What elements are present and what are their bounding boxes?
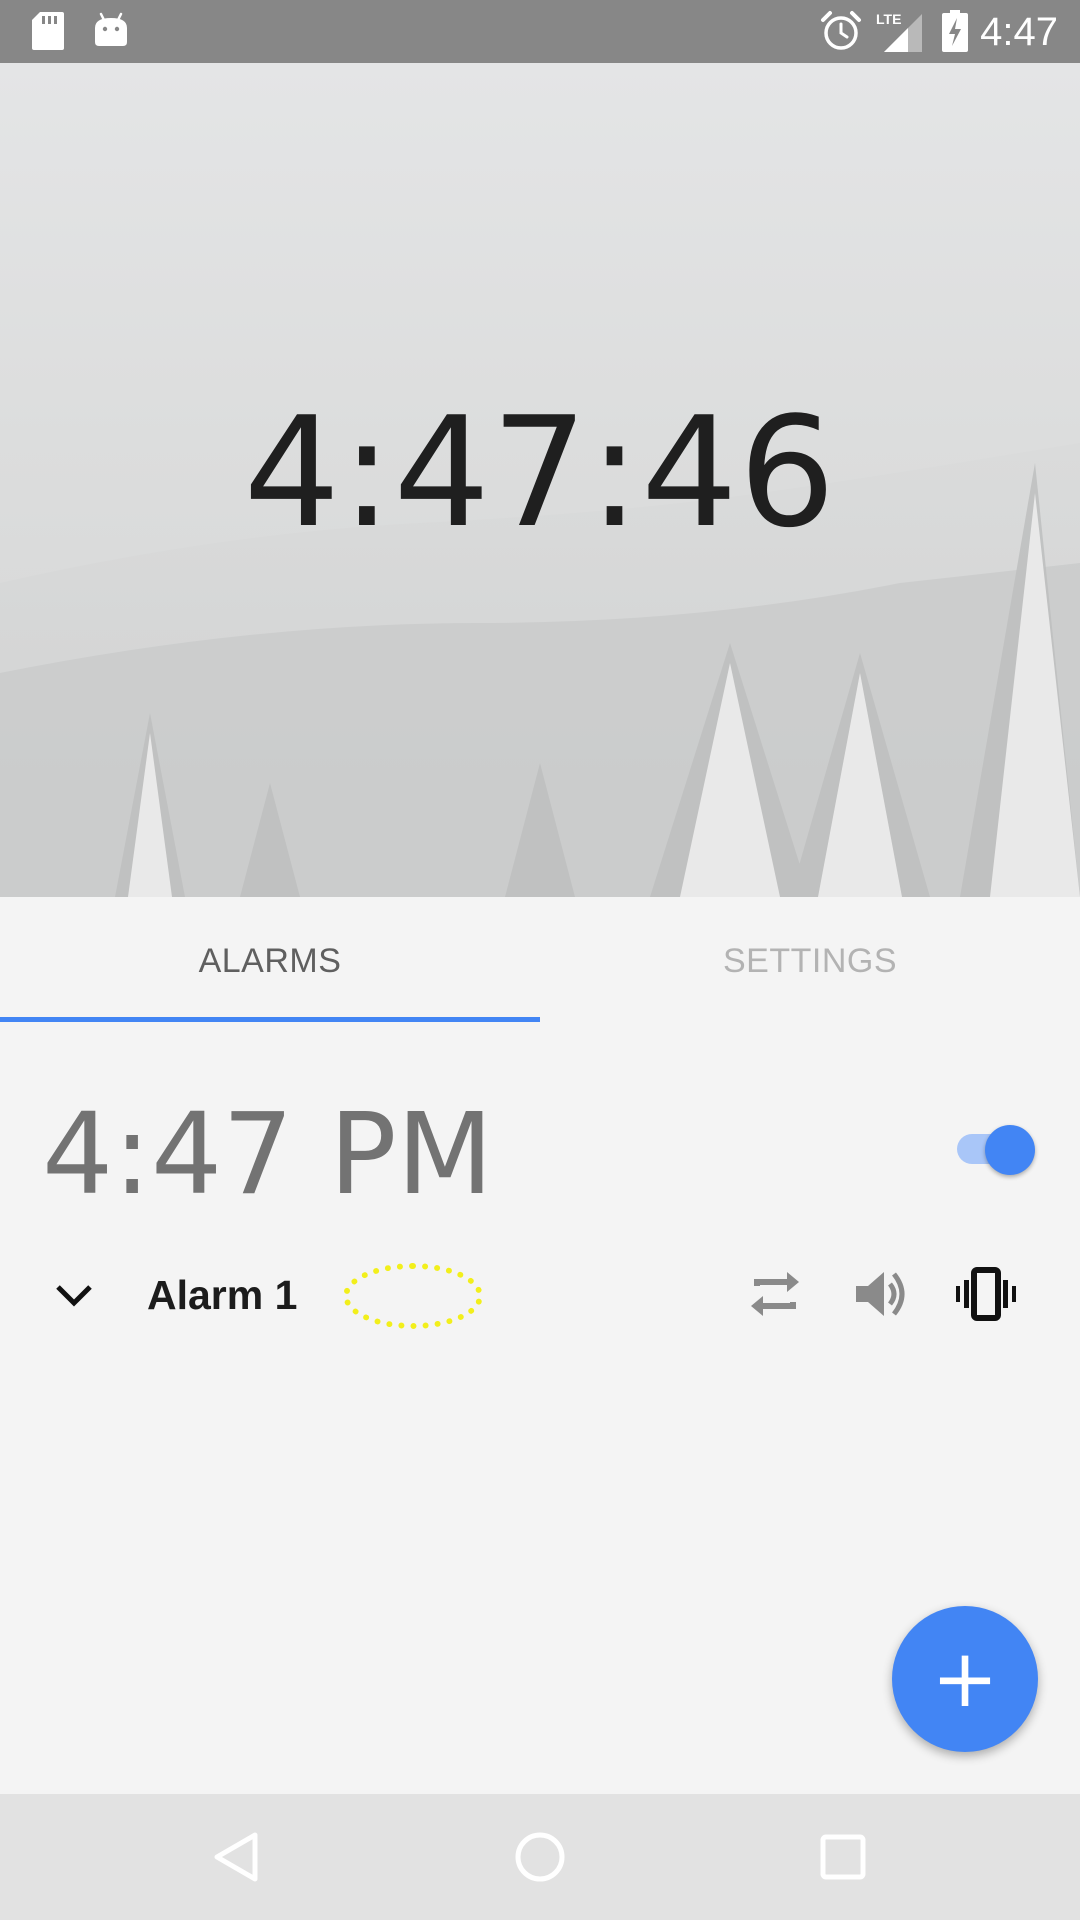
digital-clock: 4:47:46 [243, 384, 837, 561]
sd-card-icon [32, 12, 64, 55]
lte-signal-icon: LTE [876, 10, 922, 57]
vibrate-icon[interactable] [954, 1262, 1018, 1326]
add-icon: + [931, 1632, 999, 1725]
alarm-clock-icon [820, 10, 862, 57]
status-time: 4:47 [980, 10, 1058, 54]
alarm-time[interactable]: 4:47 PM [42, 1090, 493, 1220]
back-icon[interactable] [207, 1827, 267, 1887]
android-icon [94, 12, 128, 53]
toggle-thumb [985, 1125, 1035, 1175]
battery-charging-icon [942, 10, 968, 57]
tab-alarms[interactable]: ALARMS [0, 897, 540, 1023]
highlight-marker [343, 1263, 483, 1329]
tab-indicator [0, 1017, 540, 1022]
volume-icon[interactable] [848, 1262, 912, 1326]
svg-text:LTE: LTE [876, 11, 901, 27]
alarm-label[interactable]: Alarm 1 [147, 1270, 297, 1320]
add-alarm-button[interactable]: + [892, 1606, 1038, 1752]
home-icon[interactable] [510, 1827, 570, 1887]
alarm-toggle[interactable] [955, 1125, 1039, 1175]
repeat-icon[interactable] [743, 1262, 807, 1326]
tab-settings[interactable]: SETTINGS [540, 897, 1080, 1023]
recents-icon[interactable] [813, 1827, 873, 1887]
status-bar: LTE 4:47 [0, 0, 1080, 63]
expand-chevron-icon[interactable] [48, 1275, 100, 1317]
navigation-bar [0, 1794, 1080, 1920]
clock-header: 4:47:46 [0, 63, 1080, 897]
tab-bar: ALARMS SETTINGS [0, 897, 1080, 1023]
